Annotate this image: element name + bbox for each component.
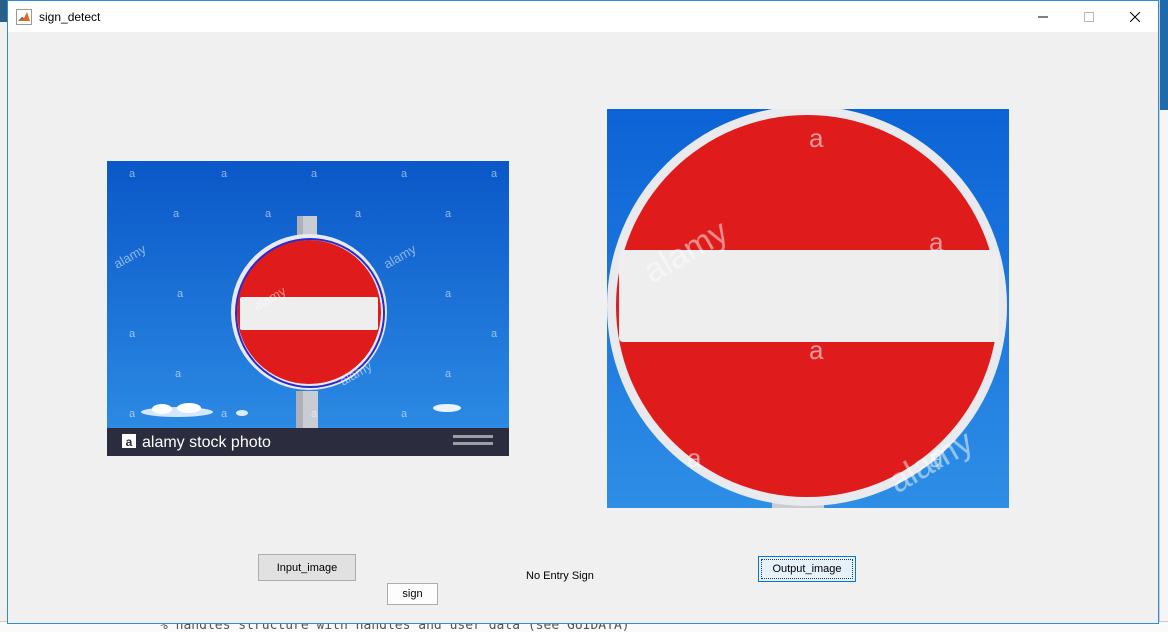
close-icon <box>1130 11 1140 22</box>
svg-text:a: a <box>221 168 228 180</box>
svg-text:a: a <box>401 168 408 180</box>
svg-text:a: a <box>491 328 498 340</box>
watermark-caption: alamy stock photo <box>142 434 271 451</box>
svg-text:a: a <box>401 408 408 420</box>
output-sign-crop: a a a a a alamy alamy <box>607 109 1009 508</box>
sign-button[interactable]: sign <box>387 583 438 605</box>
svg-text:a: a <box>809 335 824 365</box>
window-title: sign_detect <box>39 9 101 24</box>
svg-text:a: a <box>445 208 452 220</box>
input-sign-photo: a a a a a a a a a a a a a a a a a a a al… <box>107 161 509 456</box>
svg-text:a: a <box>311 408 318 420</box>
svg-text:a: a <box>929 227 944 257</box>
svg-text:a: a <box>173 208 180 220</box>
svg-text:a: a <box>129 168 136 180</box>
maximize-button[interactable] <box>1066 1 1112 32</box>
minimize-button[interactable] <box>1020 1 1066 32</box>
svg-text:a: a <box>126 435 133 449</box>
input-image-axes: a a a a a a a a a a a a a a a a a a a al… <box>107 161 509 456</box>
svg-text:a: a <box>265 208 272 220</box>
svg-text:a: a <box>809 123 824 153</box>
svg-text:a: a <box>129 408 136 420</box>
focus-indicator <box>761 559 853 579</box>
svg-text:a: a <box>445 368 452 380</box>
output-image-axes: a a a a a alamy alamy <box>607 109 1009 508</box>
svg-text:a: a <box>311 168 318 180</box>
svg-text:a: a <box>177 288 184 300</box>
input-image-button[interactable]: Input_image <box>258 554 356 581</box>
maximize-icon <box>1084 11 1094 22</box>
window-controls <box>1020 1 1158 32</box>
svg-text:a: a <box>445 288 452 300</box>
title-bar: sign_detect <box>8 1 1158 32</box>
svg-text:a: a <box>491 168 498 180</box>
svg-text:a: a <box>355 208 362 220</box>
svg-text:a: a <box>221 408 228 420</box>
minimize-icon <box>1038 16 1048 17</box>
sign-detect-window: sign_detect a a a a a a a a a a a a a a … <box>7 0 1159 624</box>
matlab-icon <box>16 8 32 25</box>
output-image-button[interactable]: Output_image <box>758 556 856 582</box>
background-app-right-title <box>1160 0 1168 110</box>
close-button[interactable] <box>1112 1 1158 32</box>
result-label: No Entry Sign <box>526 570 594 582</box>
svg-text:a: a <box>687 443 702 473</box>
svg-text:a: a <box>129 328 136 340</box>
svg-text:a: a <box>175 368 182 380</box>
